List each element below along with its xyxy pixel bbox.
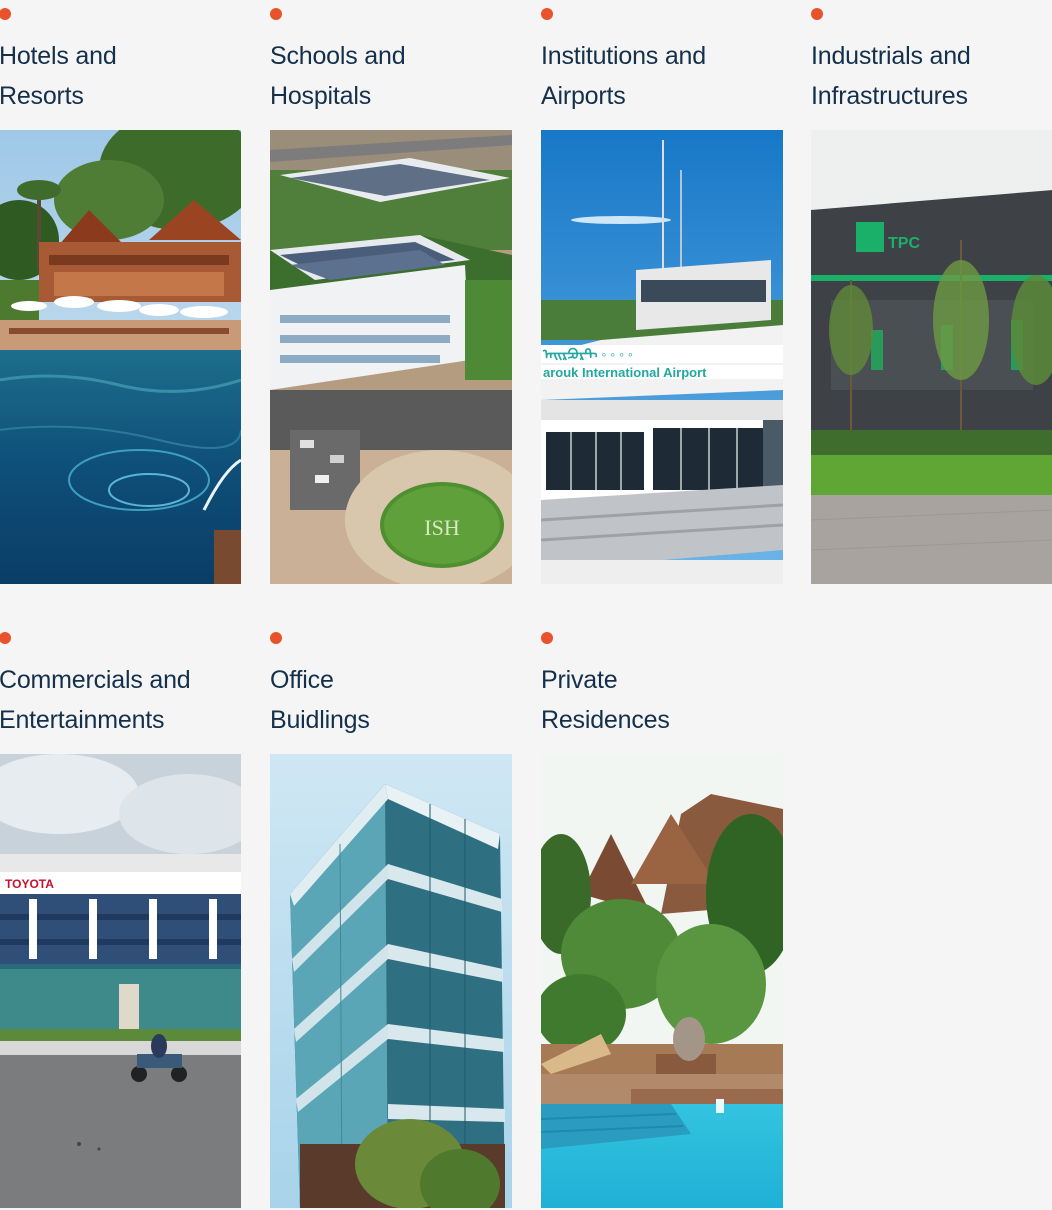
title-line-1: Institutions and bbox=[541, 42, 706, 70]
category-title[interactable]: Hotels and Resorts bbox=[0, 36, 117, 116]
title-line-2: Entertainments bbox=[0, 706, 165, 734]
project-categories-grid: Hotels and Resorts Schools and Hospitals… bbox=[0, 0, 1052, 1210]
airport-tower-photo[interactable]: ᠠᠢᠷᠫᠣᠷᠲ ◦ ◦ ◦ ◦ arouk International Airp… bbox=[541, 130, 783, 584]
bullet-dot bbox=[0, 632, 11, 644]
title-line-2: Resorts bbox=[0, 82, 84, 110]
category-title[interactable]: Industrials and Infrastructures bbox=[811, 36, 971, 116]
title-line-1: Hotels and bbox=[0, 42, 117, 70]
villa-pool-photo[interactable] bbox=[541, 754, 783, 1208]
title-line-2: Infrastructures bbox=[811, 82, 968, 110]
factory-sign-text: TPC bbox=[888, 235, 920, 252]
title-line-2: Residences bbox=[541, 706, 670, 734]
title-line-2: Airports bbox=[541, 82, 626, 110]
office-tower-photo[interactable] bbox=[270, 754, 512, 1208]
factory-building-photo[interactable]: TPC bbox=[811, 130, 1052, 584]
title-line-1: Industrials and bbox=[811, 42, 971, 70]
category-title[interactable]: Institutions and Airports bbox=[541, 36, 706, 116]
title-line-2: Hospitals bbox=[270, 82, 372, 110]
hospital-aerial-photo[interactable]: ISH bbox=[270, 130, 512, 584]
category-title[interactable]: Office Buidlings bbox=[270, 660, 370, 740]
airport-sign-text: arouk International Airport bbox=[543, 365, 707, 380]
lawn-logo-text: ISH bbox=[424, 515, 460, 540]
title-line-1: Private bbox=[541, 666, 618, 694]
title-line-1: Commercials and bbox=[0, 666, 191, 694]
category-title[interactable]: Private Residences bbox=[541, 660, 670, 740]
title-line-2: Buidlings bbox=[270, 706, 370, 734]
bullet-dot bbox=[541, 8, 553, 20]
bullet-dot bbox=[541, 632, 553, 644]
bullet-dot bbox=[811, 8, 823, 20]
svg-text:ᠠᠢᠷᠫᠣᠷᠲ ◦ ◦ ◦ ◦: ᠠᠢᠷᠫᠣᠷᠲ ◦ ◦ ◦ ◦ bbox=[542, 346, 633, 362]
car-showroom-photo[interactable]: TOYOTA bbox=[0, 754, 241, 1208]
title-line-1: Schools and bbox=[270, 42, 406, 70]
title-line-1: Office bbox=[270, 666, 334, 694]
bullet-dot bbox=[0, 8, 11, 20]
resort-pool-photo[interactable] bbox=[0, 130, 241, 584]
bullet-dot bbox=[270, 632, 282, 644]
showroom-sign-text: TOYOTA bbox=[5, 877, 54, 891]
category-title[interactable]: Commercials and Entertainments bbox=[0, 660, 191, 740]
category-title[interactable]: Schools and Hospitals bbox=[270, 36, 406, 116]
bullet-dot bbox=[270, 8, 282, 20]
